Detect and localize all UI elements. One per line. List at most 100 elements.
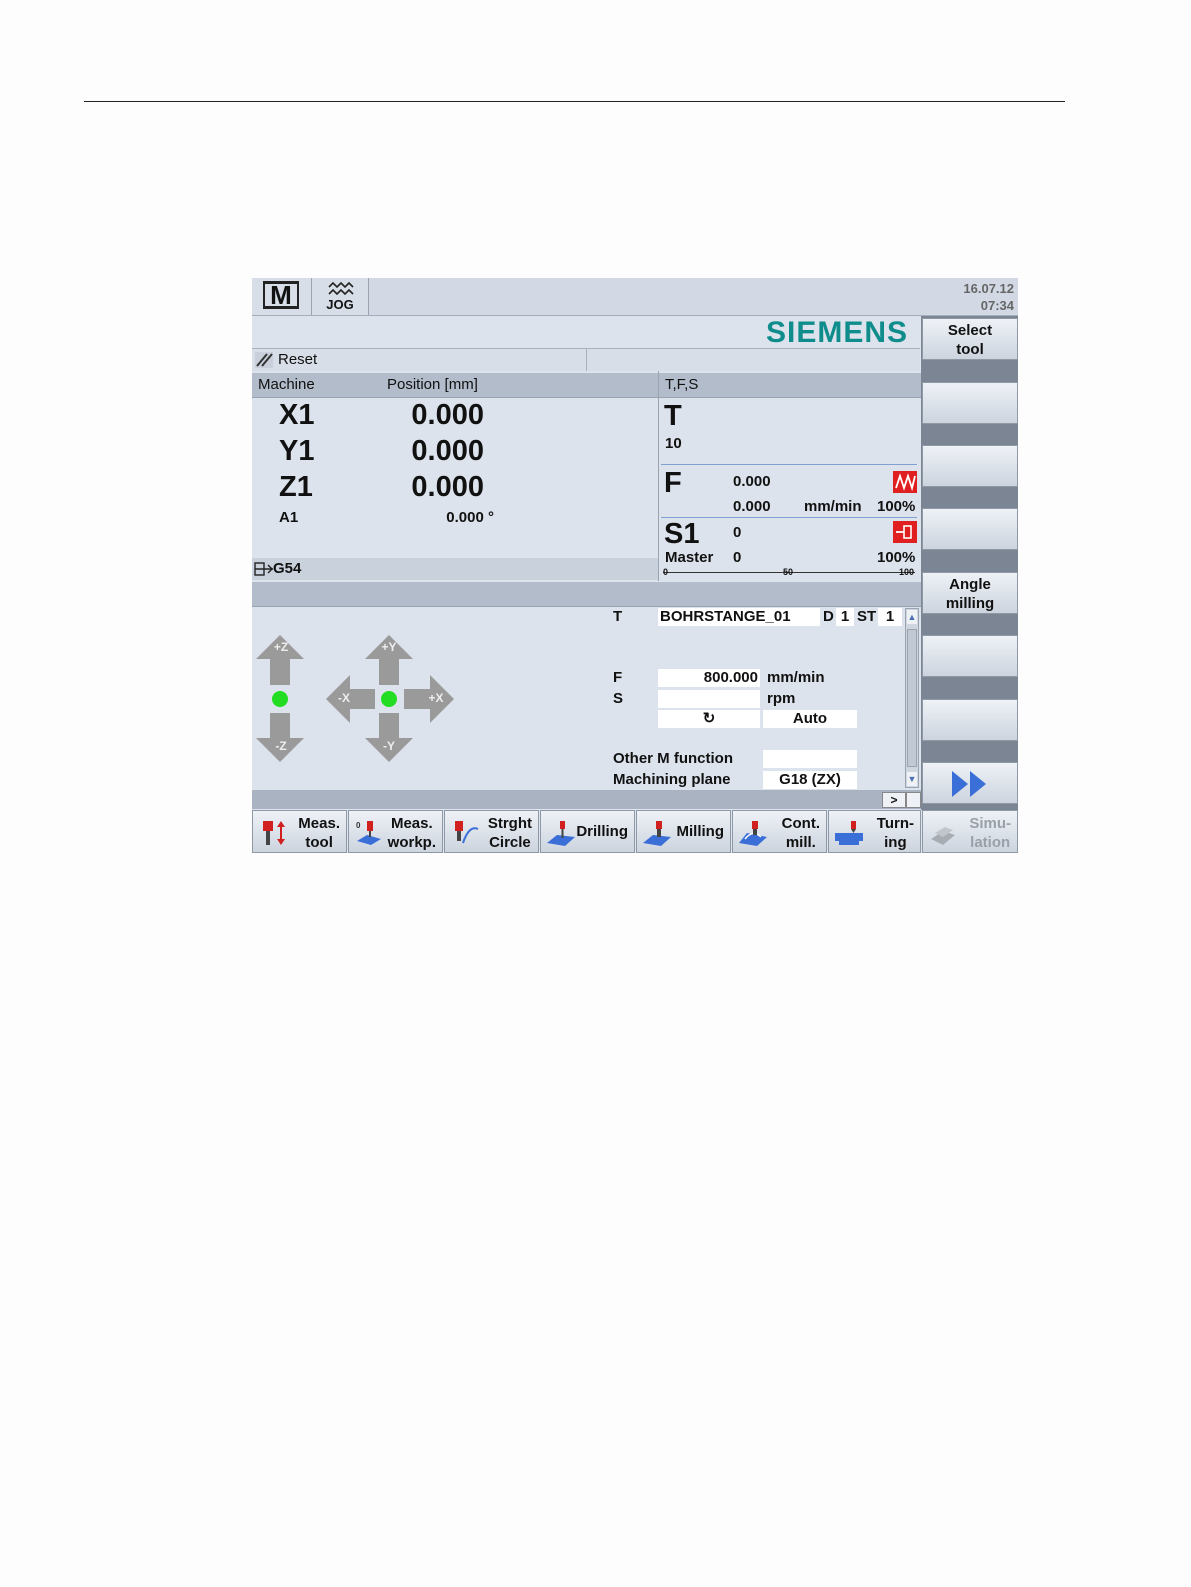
turning-icon xyxy=(835,821,863,845)
col-machine: Machine xyxy=(258,376,315,393)
meas-tool-softkey[interactable]: Meas. tool xyxy=(252,810,347,853)
channel-status: Reset xyxy=(252,348,587,371)
tfs-f-value: 0.000 xyxy=(733,473,771,490)
vsk-2[interactable] xyxy=(922,382,1018,424)
date-time: 16.07.12 07:34 xyxy=(963,280,1014,314)
tfs-t-label: T xyxy=(664,400,682,432)
tool-name-field[interactable]: BOHRSTANGE_01 xyxy=(658,608,820,626)
etc-softkey[interactable] xyxy=(922,762,1018,804)
reset-status-text: Reset xyxy=(278,351,318,368)
turning-label: Turn- ing xyxy=(876,815,914,851)
jog-section-header xyxy=(252,582,921,607)
other-m-label: Other M function xyxy=(613,750,733,767)
d-value-field[interactable]: 1 xyxy=(836,608,854,626)
meas-workp-softkey[interactable]: 0 Meas. workp. xyxy=(348,810,443,853)
channel-status-right xyxy=(587,348,920,371)
contour-milling-softkey[interactable]: Cont. mill. xyxy=(732,810,827,853)
more-bar: > xyxy=(252,790,921,809)
contour-milling-label: Cont. mill. xyxy=(781,815,820,851)
machine-mode-icon: M xyxy=(263,281,299,309)
drilling-label: Drilling xyxy=(576,823,628,840)
angle-milling-label: Angle milling xyxy=(945,576,995,612)
meas-tool-label: Meas. tool xyxy=(298,815,340,851)
tfs-f-unit: mm/min xyxy=(804,498,862,515)
work-offset-icon xyxy=(254,562,273,576)
time-text: 07:34 xyxy=(980,298,1014,313)
axis-z1-value: 0.000 xyxy=(411,471,484,503)
tfs-master-label: Master xyxy=(665,549,714,566)
more-button-spacer xyxy=(906,792,921,808)
scale-0: 0 xyxy=(663,567,669,577)
tfs-t-value: 10 xyxy=(665,435,682,452)
angle-milling-softkey[interactable]: Angle milling xyxy=(922,572,1018,614)
meas-tool-icon xyxy=(263,821,285,845)
param-scrollbar[interactable]: ▲ ▼ xyxy=(905,608,919,788)
st-value-field[interactable]: 1 xyxy=(878,608,902,626)
scroll-down-icon[interactable]: ▼ xyxy=(907,772,917,786)
vsk-7[interactable] xyxy=(922,699,1018,741)
tfs-s-override: 100% xyxy=(877,549,916,566)
speed-unit: rpm xyxy=(767,690,796,707)
xy-status-led xyxy=(381,691,397,707)
meas-workpiece-icon: 0 xyxy=(356,821,381,845)
y-plus-label: +Y xyxy=(381,640,397,654)
contour-milling-icon xyxy=(739,821,767,846)
tfs-f-label: F xyxy=(664,467,682,499)
jog-wave-icon xyxy=(328,281,354,296)
date-text: 16.07.12 xyxy=(963,281,1014,296)
tfs-header: T,F,S xyxy=(659,373,921,398)
z-minus-arrow[interactable] xyxy=(256,713,304,762)
milling-softkey[interactable]: Milling xyxy=(636,810,731,853)
spindle-direction-field[interactable]: ↻ xyxy=(658,710,760,728)
param-d-label: D xyxy=(823,608,834,625)
tfs-panel: T,F,S T 10 F 0.000 0.000 mm/min 100% S1 … xyxy=(659,371,921,581)
scale-50: 50 xyxy=(783,567,794,577)
vsk-4[interactable] xyxy=(922,508,1018,550)
feed-value-field[interactable]: 800.000 xyxy=(658,669,760,687)
position-header: Machine Position [mm] xyxy=(252,373,658,398)
speed-value-field[interactable] xyxy=(658,690,760,708)
other-m-field[interactable] xyxy=(763,750,857,768)
axis-x1-value: 0.000 xyxy=(411,399,484,431)
simulation-label: Simu- lation xyxy=(969,815,1011,851)
tfs-f-override: 100% xyxy=(877,498,916,515)
param-s-label: S xyxy=(613,690,624,707)
spindle-alarm-icon xyxy=(893,521,917,543)
page-rule xyxy=(84,101,1065,102)
vsk-3[interactable] xyxy=(922,445,1018,487)
svg-text:0: 0 xyxy=(356,821,361,830)
turning-softkey[interactable]: Turn- ing xyxy=(828,810,921,853)
param-st-label: ST xyxy=(857,608,877,625)
scroll-up-icon[interactable]: ▲ xyxy=(907,610,917,624)
y-minus-label: -Y xyxy=(383,739,395,753)
mode-machine-cell[interactable]: M xyxy=(252,278,312,315)
y-minus-arrow[interactable] xyxy=(365,713,413,762)
reset-icon xyxy=(255,352,273,368)
jog-cell[interactable]: JOG xyxy=(312,278,369,315)
milling-label: Milling xyxy=(676,823,725,840)
tfs-header-text: T,F,S xyxy=(665,376,699,393)
machining-plane-field[interactable]: G18 (ZX) xyxy=(763,771,857,789)
straight-circle-icon xyxy=(455,821,479,844)
meas-workp-label: Meas. workp. xyxy=(387,815,436,851)
straight-circle-softkey[interactable]: Strght Circle xyxy=(444,810,539,853)
select-tool-softkey[interactable]: Select tool xyxy=(922,318,1018,360)
axis-x1-name: X1 xyxy=(279,399,315,431)
more-button[interactable]: > xyxy=(882,792,906,808)
feed-unit: mm/min xyxy=(767,669,825,686)
col-position: Position [mm] xyxy=(387,376,478,393)
spindle-mode-field[interactable]: Auto xyxy=(763,710,857,728)
milling-icon xyxy=(643,821,671,846)
machining-plane-label: Machining plane xyxy=(613,771,731,788)
drilling-softkey[interactable]: Drilling xyxy=(540,810,635,853)
scale-100: 100 xyxy=(899,567,915,577)
vsk-6[interactable] xyxy=(922,635,1018,677)
tfs-master-value: 0 xyxy=(733,549,742,566)
x-minus-label: -X xyxy=(338,691,350,705)
tfs-f-value2: 0.000 xyxy=(733,498,771,515)
select-tool-label: Select tool xyxy=(947,322,993,358)
straight-circle-label: Strght Circle xyxy=(487,815,532,851)
scroll-thumb[interactable] xyxy=(907,629,917,767)
simulation-softkey[interactable]: Simu- lation xyxy=(922,810,1018,853)
tfs-divider xyxy=(661,464,917,465)
